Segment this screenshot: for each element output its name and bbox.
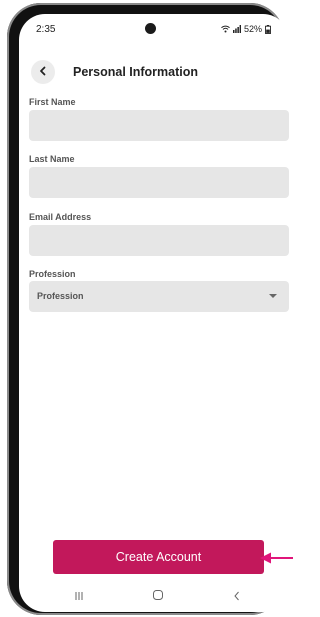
wifi-icon xyxy=(221,25,230,33)
nav-back-button[interactable] xyxy=(225,588,249,606)
back-button[interactable] xyxy=(31,60,55,84)
caret-down-icon xyxy=(269,294,277,298)
annotation-arrow-icon xyxy=(259,551,293,565)
status-time: 2:35 xyxy=(36,24,56,35)
camera-cutout xyxy=(145,23,156,34)
create-account-button[interactable]: Create Account xyxy=(53,540,264,574)
home-button[interactable] xyxy=(146,588,170,606)
profession-label: Profession xyxy=(29,269,76,279)
header: Personal Information xyxy=(19,58,289,86)
last-name-label: Last Name xyxy=(29,154,75,164)
email-label: Email Address xyxy=(29,212,92,222)
first-name-label: First Name xyxy=(29,97,76,107)
screen: 2:35 52% Personal Information First Name… xyxy=(19,14,289,612)
email-input[interactable] xyxy=(29,225,289,256)
status-bar: 2:35 52% xyxy=(19,14,289,40)
battery-percent: 52% xyxy=(243,24,262,34)
status-icons: 52% xyxy=(221,24,271,34)
chevron-left-icon xyxy=(39,63,47,81)
back-icon xyxy=(233,588,241,606)
battery-icon xyxy=(265,24,271,34)
recents-icon xyxy=(74,588,84,606)
phone-frame: 2:35 52% Personal Information First Name… xyxy=(7,3,289,615)
profession-select[interactable]: Profession xyxy=(29,281,289,312)
nav-bar xyxy=(19,584,289,610)
page-title: Personal Information xyxy=(73,65,199,79)
last-name-input[interactable] xyxy=(29,167,289,198)
signal-icon xyxy=(232,25,241,33)
home-icon xyxy=(152,588,164,606)
recents-button[interactable] xyxy=(67,588,91,606)
profession-select-value: Profession xyxy=(37,291,84,301)
first-name-input[interactable] xyxy=(29,110,289,141)
